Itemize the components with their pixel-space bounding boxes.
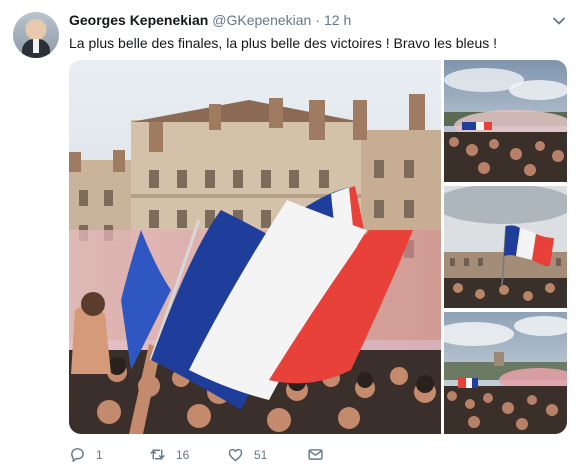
- reply-count: 1: [96, 447, 103, 462]
- avatar[interactable]: [13, 12, 59, 58]
- like-button[interactable]: 51: [227, 446, 267, 463]
- photo-crowd-city[interactable]: [444, 312, 567, 434]
- like-count: 51: [254, 447, 268, 462]
- retweet-icon: [150, 449, 165, 460]
- author-name[interactable]: Georges Kepenekian: [69, 12, 208, 28]
- reply-icon: [71, 448, 84, 462]
- tweet-text: La plus belle des finales, la plus belle…: [69, 35, 498, 51]
- photo-main-flag[interactable]: [69, 60, 441, 434]
- photo-crowd-smoke[interactable]: [444, 60, 567, 182]
- reply-button[interactable]: 1: [69, 446, 103, 463]
- author-handle[interactable]: @GKepenekian: [212, 12, 311, 28]
- avatar-shirt: [33, 39, 39, 53]
- tweet-media-grid: [69, 60, 567, 434]
- tweet-card: Georges Kepenekian @GKepenekian · 12 h L…: [0, 0, 580, 470]
- retweet-count: 16: [176, 447, 190, 462]
- tweet-timestamp[interactable]: 12 h: [324, 12, 351, 28]
- like-icon: [228, 448, 243, 462]
- direct-message-button[interactable]: [307, 446, 324, 463]
- direct-message-icon: [308, 449, 323, 460]
- photo-flag-crowd[interactable]: [444, 186, 567, 308]
- separator-dot: ·: [315, 12, 321, 28]
- caret-down-icon[interactable]: [552, 14, 566, 28]
- retweet-button[interactable]: 16: [149, 446, 189, 463]
- tweet-header: Georges Kepenekian @GKepenekian · 12 h: [69, 12, 351, 30]
